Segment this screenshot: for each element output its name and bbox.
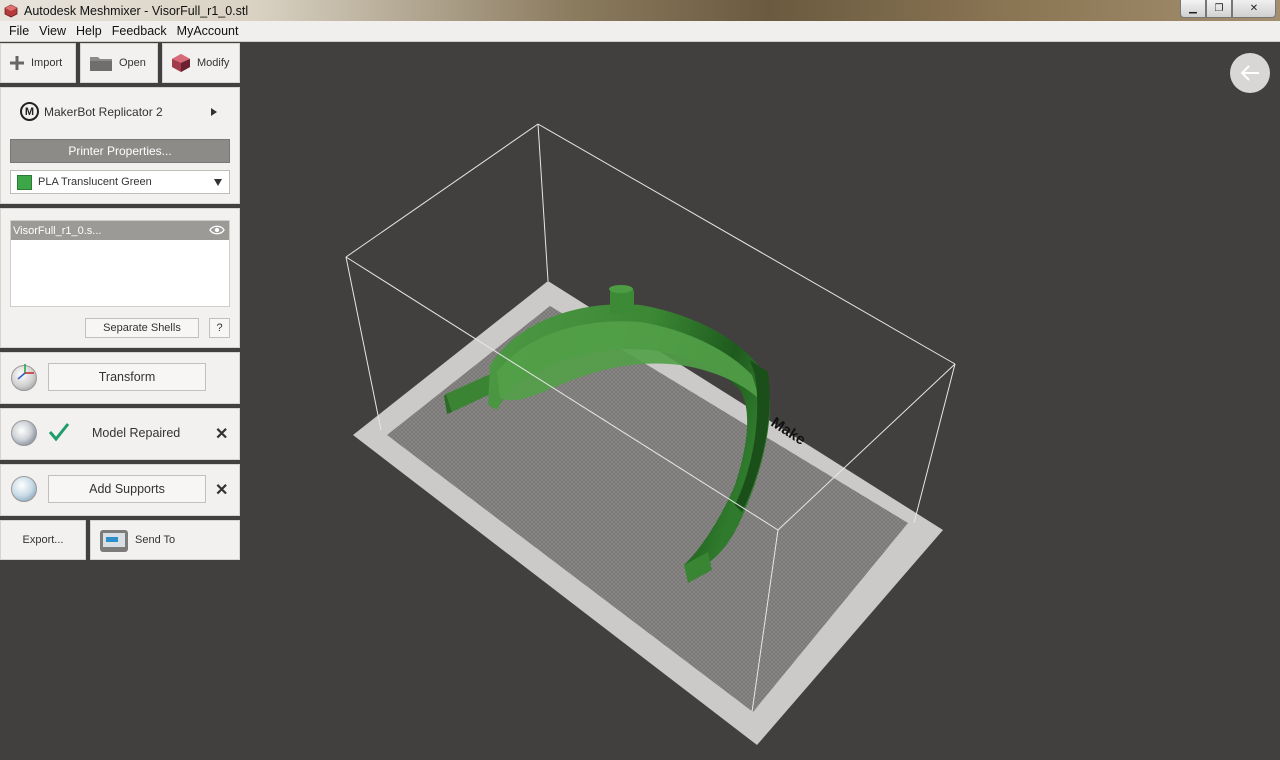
folder-icon (90, 57, 112, 71)
checkmark-icon (48, 423, 70, 442)
open-label: Open (119, 57, 146, 69)
visibility-eye-icon[interactable] (209, 224, 225, 236)
modify-label: Modify (197, 57, 230, 69)
makerbot-logo-icon: M (20, 102, 39, 121)
send-to-button[interactable]: Send To (90, 520, 240, 560)
window-title: Autodesk Meshmixer - VisorFull_r1_0.stl (24, 3, 249, 18)
material-dropdown[interactable]: PLA Translucent Green (10, 170, 230, 194)
menu-help[interactable]: Help (71, 24, 107, 38)
expand-arrow-icon[interactable] (211, 108, 217, 116)
export-label: Export... (22, 534, 64, 546)
open-button[interactable]: Open (80, 43, 158, 83)
object-list: VisorFull_r1_0.s... (10, 220, 230, 307)
transform-axes-icon (17, 364, 34, 380)
printer-name: MakerBot Replicator 2 (44, 104, 163, 119)
printer-selector[interactable]: M MakerBot Replicator 2 (20, 102, 163, 121)
menu-view[interactable]: View (34, 24, 71, 38)
wrench-close-icon[interactable]: ✕ (215, 424, 228, 444)
maximize-button[interactable]: ❐ (1206, 0, 1232, 18)
object-name: VisorFull_r1_0.s... (13, 224, 102, 237)
modify-button[interactable]: Modify (162, 43, 240, 83)
close-button[interactable]: ✕ (1232, 0, 1276, 18)
supports-icon (11, 476, 37, 502)
export-button[interactable]: Export... (0, 520, 86, 560)
menu-file[interactable]: File (4, 24, 34, 38)
remove-supports-icon[interactable]: ✕ (215, 480, 228, 500)
minimize-button[interactable]: ▁ (1180, 0, 1206, 18)
model-repaired-label: Model Repaired (92, 426, 181, 440)
modify-cube-icon (172, 54, 190, 72)
menu-bar: File View Help Feedback MyAccount (0, 21, 1280, 42)
import-label: Import (31, 57, 63, 69)
separate-shells-button[interactable]: Separate Shells (85, 318, 199, 338)
printer-send-icon (100, 530, 128, 552)
object-row[interactable]: VisorFull_r1_0.s... (11, 221, 229, 240)
transform-button[interactable]: Transform (48, 363, 206, 391)
material-name: PLA Translucent Green (38, 176, 152, 188)
meshmixer-app-icon (4, 4, 18, 17)
import-button[interactable]: Import (0, 43, 76, 83)
add-supports-button[interactable]: Add Supports (48, 475, 206, 503)
plus-icon (10, 56, 24, 70)
arrow-left-icon (1240, 65, 1259, 81)
chevron-down-icon (214, 179, 222, 186)
send-to-label: Send To (135, 534, 176, 546)
back-button[interactable] (1230, 53, 1270, 93)
menu-myaccount[interactable]: MyAccount (172, 24, 244, 38)
printer-properties-button[interactable]: Printer Properties... (10, 139, 230, 163)
inspector-icon (11, 420, 37, 446)
viewport-3d[interactable]: Make (241, 43, 1280, 760)
material-color-swatch (17, 174, 32, 190)
title-bar: Autodesk Meshmixer - VisorFull_r1_0.stl … (0, 0, 1280, 21)
menu-feedback[interactable]: Feedback (107, 24, 172, 38)
help-button[interactable]: ? (209, 318, 230, 338)
